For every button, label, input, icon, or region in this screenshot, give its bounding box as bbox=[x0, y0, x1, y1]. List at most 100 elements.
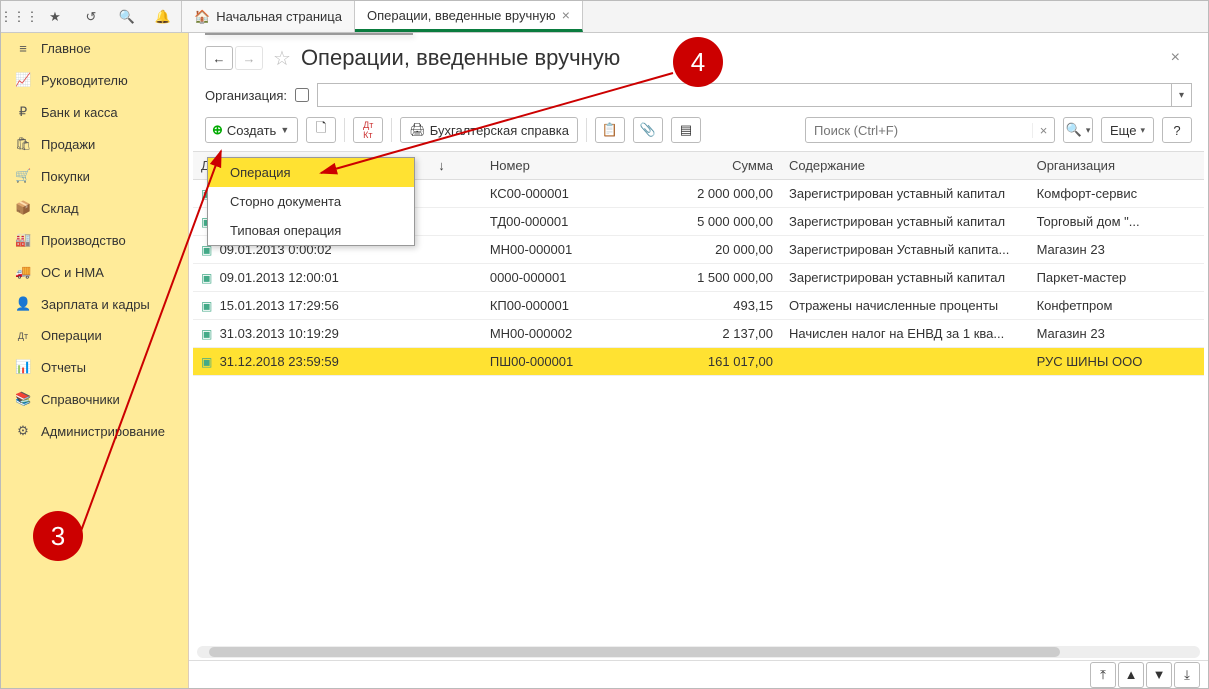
close-icon[interactable]: × bbox=[1171, 49, 1192, 67]
sidebar-item-reports[interactable]: 📊Отчеты bbox=[1, 351, 188, 383]
sidebar-label: Операции bbox=[41, 328, 102, 343]
chevron-down-icon[interactable]: ▾ bbox=[1171, 84, 1191, 106]
table-row[interactable]: ▣ 31.03.2013 10:19:29МН00-0000022 137,00… bbox=[193, 320, 1204, 348]
search-input[interactable] bbox=[806, 123, 1032, 138]
table-row[interactable]: ▣ 09.01.2013 12:00:010000-0000011 500 00… bbox=[193, 264, 1204, 292]
sidebar-item-purchases[interactable]: 🛒 Покупки bbox=[1, 160, 188, 192]
sidebar-item-sales[interactable]: 🛍 Продажи bbox=[1, 128, 188, 160]
separator bbox=[586, 118, 587, 142]
document-icon: ▣ bbox=[201, 327, 212, 341]
main-content: ← → ☆ Операции, введенные вручную × Орга… bbox=[189, 33, 1208, 688]
truck-icon: 🚚 bbox=[15, 264, 31, 280]
sidebar-label: Администрирование bbox=[41, 424, 165, 439]
copy-icon: 📋 bbox=[602, 122, 618, 138]
history-icon[interactable]: ↺ bbox=[73, 1, 109, 33]
chart-icon: 📈 bbox=[15, 72, 31, 88]
document-icon: ▣ bbox=[201, 299, 212, 313]
menu-item-template[interactable]: Типовая операция bbox=[208, 216, 414, 245]
table-row[interactable]: ▣ 31.12.2018 23:59:59ПШ00-000001161 017,… bbox=[193, 348, 1204, 376]
sidebar-item-production[interactable]: 🏭Производство bbox=[1, 224, 188, 256]
grid-nav: ⤒ ▲ ▼ ⤓ bbox=[189, 660, 1208, 688]
annotation-callout-4: 4 bbox=[673, 37, 723, 87]
sidebar-item-manager[interactable]: 📈 Руководителю bbox=[1, 64, 188, 96]
apps-icon[interactable]: ⋮⋮⋮ bbox=[1, 1, 37, 33]
org-input[interactable] bbox=[318, 84, 1171, 106]
close-icon[interactable]: × bbox=[562, 7, 570, 23]
create-dropdown: Операция Сторно документа Типовая операц… bbox=[207, 157, 415, 246]
print-button[interactable]: 🖨 Бухгалтерская справка bbox=[400, 117, 578, 143]
nav-first-button[interactable]: ⤒ bbox=[1090, 662, 1116, 688]
search-icon: 🔍 bbox=[1066, 122, 1082, 138]
col-extra[interactable] bbox=[1183, 152, 1204, 180]
sidebar-item-ref[interactable]: 📚Справочники bbox=[1, 383, 188, 415]
menu-item-operation[interactable]: Операция bbox=[208, 158, 414, 187]
tabs: 🏠 Начальная страница Операции, введенные… bbox=[182, 1, 583, 32]
sidebar-label: Справочники bbox=[41, 392, 120, 407]
box-icon: 📦 bbox=[15, 200, 31, 216]
chevron-down-icon: ▼ bbox=[280, 125, 289, 135]
dtkt-button[interactable]: ДтКт bbox=[353, 117, 383, 143]
sidebar-label: Зарплата и кадры bbox=[41, 297, 150, 312]
col-sort[interactable]: ↓ bbox=[430, 152, 482, 180]
annotation-callout-3: 3 bbox=[33, 511, 83, 561]
sidebar: ≡Главное 📈 Руководителю ₽Банк и касса 🛍 Пр… bbox=[1, 33, 189, 688]
forward-button[interactable]: → bbox=[235, 46, 263, 70]
separator bbox=[391, 118, 392, 142]
nav-last-button[interactable]: ⤓ bbox=[1174, 662, 1200, 688]
bars-icon: 📊 bbox=[15, 359, 31, 375]
org-checkbox[interactable] bbox=[295, 88, 309, 102]
refresh-button[interactable]: 🗋 bbox=[306, 117, 336, 143]
create-button[interactable]: ⊕ Создать ▼ bbox=[205, 117, 298, 143]
star-icon[interactable]: ★ bbox=[37, 1, 73, 33]
col-org[interactable]: Организация bbox=[1029, 152, 1184, 180]
dtkt-icon: Дт bbox=[15, 331, 31, 341]
separator bbox=[344, 118, 345, 142]
bag-icon: 🛍 bbox=[15, 136, 31, 152]
col-desc[interactable]: Содержание bbox=[781, 152, 1029, 180]
list-button[interactable]: ▤ bbox=[671, 117, 701, 143]
nav-up-button[interactable]: ▲ bbox=[1118, 662, 1144, 688]
document-icon: ▣ bbox=[201, 271, 212, 285]
help-icon: ? bbox=[1173, 123, 1180, 138]
copy-button[interactable]: 📋 bbox=[595, 117, 625, 143]
home-icon: 🏠 bbox=[194, 9, 210, 25]
sidebar-item-assets[interactable]: 🚚ОС и НМА bbox=[1, 256, 188, 288]
attach-icon: 📎 bbox=[640, 122, 656, 138]
favorite-icon[interactable]: ☆ bbox=[273, 46, 291, 71]
clear-icon[interactable]: × bbox=[1032, 123, 1054, 138]
nav-down-button[interactable]: ▼ bbox=[1146, 662, 1172, 688]
org-input-wrapper: ▾ bbox=[317, 83, 1192, 107]
col-number[interactable]: Номер bbox=[482, 152, 626, 180]
window-topbar: ⋮⋮⋮ ★ ↺ 🔍 🔔 🏠 Начальная страница Операци… bbox=[1, 1, 1208, 33]
search-button[interactable]: 🔍▾ bbox=[1063, 117, 1093, 143]
sidebar-item-payroll[interactable]: 👤 Зарплата и кадры bbox=[1, 288, 188, 320]
sidebar-item-admin[interactable]: ⚙Администрирование bbox=[1, 415, 188, 447]
more-button[interactable]: Еще▾ bbox=[1101, 117, 1154, 143]
menu-item-storno[interactable]: Сторно документа bbox=[208, 187, 414, 216]
tab-home[interactable]: 🏠 Начальная страница bbox=[182, 1, 355, 32]
back-button[interactable]: ← bbox=[205, 46, 233, 70]
sidebar-item-main[interactable]: ≡Главное bbox=[1, 33, 188, 64]
tab-operations[interactable]: Операции, введенные вручную × bbox=[355, 1, 583, 32]
help-button[interactable]: ? bbox=[1162, 117, 1192, 143]
col-sum[interactable]: Сумма bbox=[626, 152, 781, 180]
sidebar-item-warehouse[interactable]: 📦Склад bbox=[1, 192, 188, 224]
sidebar-label: Продажи bbox=[41, 137, 95, 152]
table-row[interactable]: ▣ 15.01.2013 17:29:56КП00-000001493,15От… bbox=[193, 292, 1204, 320]
search-icon[interactable]: 🔍 bbox=[109, 1, 145, 33]
ruble-icon: ₽ bbox=[15, 104, 31, 120]
print-icon: 🖨 bbox=[409, 122, 426, 138]
create-dropdown bbox=[205, 33, 413, 35]
sidebar-label: Главное bbox=[41, 41, 91, 56]
attach-button[interactable]: 📎 bbox=[633, 117, 663, 143]
sidebar-label: Покупки bbox=[41, 169, 90, 184]
sidebar-label: Руководителю bbox=[41, 73, 128, 88]
sidebar-item-operations[interactable]: Дт Операции bbox=[1, 320, 188, 351]
bell-icon[interactable]: 🔔 bbox=[145, 1, 181, 33]
document-icon: ▣ bbox=[201, 355, 212, 369]
cart-icon: 🛒 bbox=[15, 168, 31, 184]
chevron-down-icon: ▾ bbox=[1140, 125, 1145, 136]
person-icon: 👤 bbox=[15, 296, 31, 312]
sidebar-item-bank[interactable]: ₽Банк и касса bbox=[1, 96, 188, 128]
horizontal-scrollbar[interactable] bbox=[197, 646, 1200, 658]
